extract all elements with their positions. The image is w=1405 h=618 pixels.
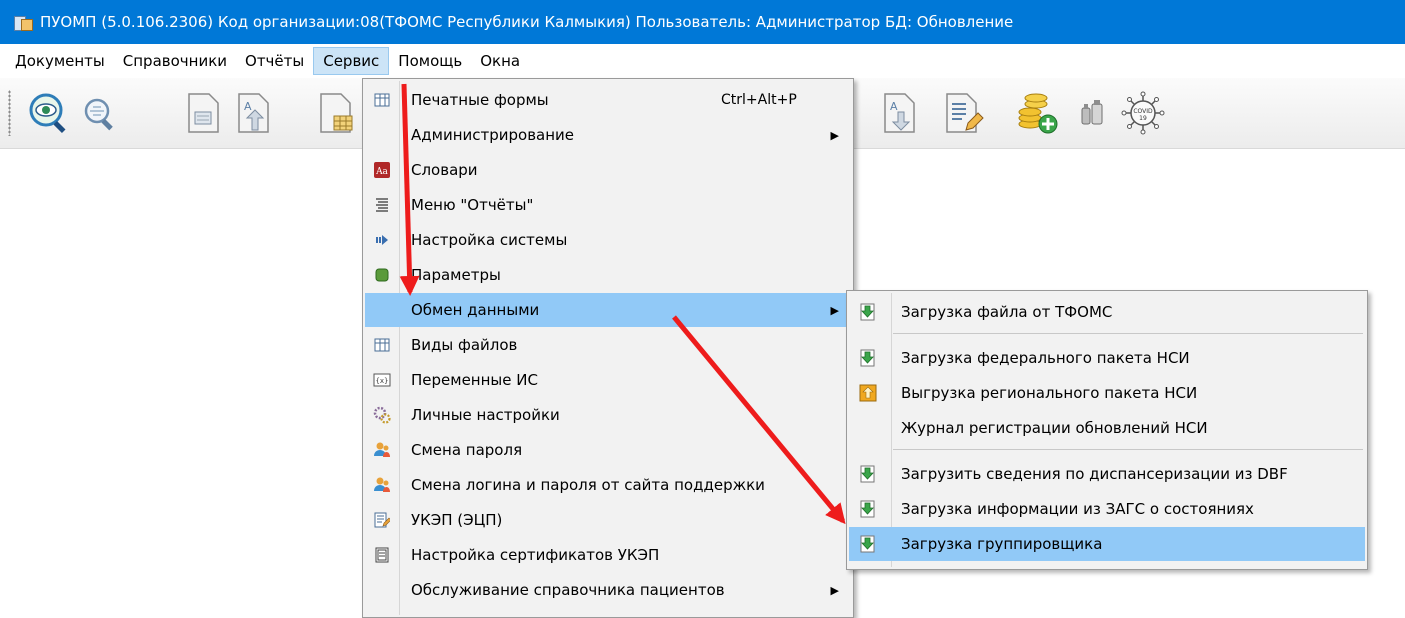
signature-icon [373, 511, 391, 529]
menu-separator [893, 333, 1363, 334]
download-icon [859, 535, 877, 553]
download-icon [859, 465, 877, 483]
menu-item-ukep[interactable]: УКЭП (ЭЦП) [365, 503, 851, 537]
submenu-item-load-federal-nsi[interactable]: Загрузка федерального пакета НСИ [849, 341, 1365, 375]
download-icon [859, 349, 877, 367]
menu-separator [893, 449, 1363, 450]
menu-item-personal-settings[interactable]: Личные настройки [365, 398, 851, 432]
users-icon [373, 476, 391, 494]
eye-search-icon[interactable] [26, 90, 72, 136]
menu-item-parameters[interactable]: Параметры [365, 258, 851, 292]
menu-item-change-password[interactable]: Смена пароля [365, 433, 851, 467]
menu-item-certificate-settings[interactable]: Настройка сертификатов УКЭП [365, 538, 851, 572]
document-table-icon[interactable] [312, 90, 358, 136]
download-icon [859, 500, 877, 518]
submenu-arrow-icon: ▶ [830, 128, 839, 142]
menu-item-administration[interactable]: Администрирование ▶ [365, 118, 851, 152]
svg-text:COVID: COVID [1133, 108, 1153, 115]
toolbar-grip[interactable] [8, 90, 11, 136]
bottles-icon[interactable] [1070, 90, 1116, 136]
menu-bar: Документы Справочники Отчёты Сервис Помо… [0, 44, 1405, 78]
shortcut-label: Ctrl+Alt+P [721, 92, 797, 108]
menu-item-is-variables[interactable]: {x} Переменные ИС [365, 363, 851, 397]
database-icon [373, 266, 391, 284]
settings-icon [373, 231, 391, 249]
upload-icon [859, 384, 877, 402]
grid-icon [373, 91, 391, 109]
download-icon [859, 303, 877, 321]
menu-item-patient-directory-maintenance[interactable]: Обслуживание справочника пациентов ▶ [365, 573, 851, 607]
svg-text:A: A [244, 100, 252, 113]
variable-icon: {x} [373, 371, 391, 389]
grid-icon [373, 336, 391, 354]
document-up-icon[interactable]: A [230, 90, 276, 136]
gears-icon [373, 406, 391, 424]
menu-item-change-support-login[interactable]: Смена логина и пароля от сайта поддержки [365, 468, 851, 502]
submenu-item-load-tfoms-file[interactable]: Загрузка файла от ТФОМС [849, 295, 1365, 329]
submenu-arrow-icon: ▶ [830, 583, 839, 597]
submenu-arrow-icon: ▶ [830, 303, 839, 317]
menu-help[interactable]: Помощь [389, 47, 471, 75]
document-down-icon[interactable]: A [876, 90, 922, 136]
document-edit-icon[interactable] [938, 90, 984, 136]
data-exchange-submenu: Загрузка файла от ТФОМС Загрузка федерал… [846, 290, 1368, 570]
submenu-item-export-regional-nsi[interactable]: Выгрузка регионального пакета НСИ [849, 376, 1365, 410]
menu-item-data-exchange[interactable]: Обмен данными ▶ [365, 293, 851, 327]
menu-directories[interactable]: Справочники [114, 47, 236, 75]
submenu-item-load-zags-info[interactable]: Загрузка информации из ЗАГС о состояниях [849, 492, 1365, 526]
submenu-item-load-grouper[interactable]: Загрузка группировщика [849, 527, 1365, 561]
menu-reports[interactable]: Отчёты [236, 47, 313, 75]
certificate-icon [373, 546, 391, 564]
menu-documents[interactable]: Документы [6, 47, 114, 75]
users-icon [373, 441, 391, 459]
menu-item-dictionaries[interactable]: Aa Словари [365, 153, 851, 187]
menu-item-reports-menu[interactable]: Меню "Отчёты" [365, 188, 851, 222]
svg-text:A: A [890, 100, 898, 113]
svg-text:Aa: Aa [375, 167, 388, 177]
submenu-item-load-dispensary-dbf[interactable]: Загрузить сведения по диспансеризации из… [849, 457, 1365, 491]
app-icon [14, 13, 33, 31]
search-icon[interactable] [78, 90, 124, 136]
menu-item-system-settings[interactable]: Настройка системы [365, 223, 851, 257]
covid-icon[interactable]: COVID 19 [1120, 90, 1166, 136]
window-title: ПУОМП (5.0.106.2306) Код организации:08(… [40, 13, 1014, 31]
svg-text:{x}: {x} [376, 377, 389, 385]
service-menu: Печатные формы Ctrl+Alt+P Администрирова… [362, 78, 854, 618]
list-icon [373, 196, 391, 214]
menu-item-print-forms[interactable]: Печатные формы Ctrl+Alt+P [365, 83, 851, 117]
dictionary-icon: Aa [373, 161, 391, 179]
document-icon[interactable] [180, 90, 226, 136]
coins-add-icon[interactable] [1014, 90, 1060, 136]
submenu-item-nsi-update-log[interactable]: Журнал регистрации обновлений НСИ [849, 411, 1365, 445]
title-bar: ПУОМП (5.0.106.2306) Код организации:08(… [0, 0, 1405, 44]
menu-service[interactable]: Сервис [313, 47, 390, 75]
menu-item-file-types[interactable]: Виды файлов [365, 328, 851, 362]
svg-text:19: 19 [1139, 115, 1147, 122]
menu-windows[interactable]: Окна [471, 47, 529, 75]
